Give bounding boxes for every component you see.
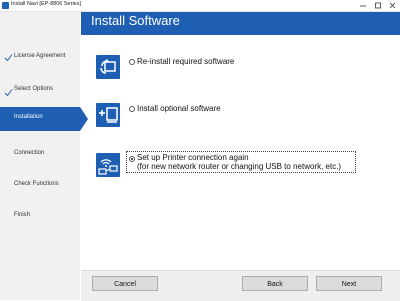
checkmark-icon <box>4 89 13 97</box>
option-reinstall-radio[interactable] <box>129 59 135 65</box>
step-label: License Agreement <box>14 53 66 59</box>
step-finish: Finish <box>0 205 80 229</box>
cancel-button[interactable]: Cancel <box>92 276 158 291</box>
reinstall-icon <box>96 55 120 79</box>
option-optional-label[interactable]: Install optional software <box>137 104 221 114</box>
back-button[interactable]: Back <box>242 276 308 291</box>
title-bar: Install Navi [EP-8806 Series] <box>0 0 400 12</box>
step-connection: Connection <box>0 143 80 167</box>
window-title: Install Navi [EP-8806 Series] <box>11 1 82 7</box>
step-label: Select Options <box>14 86 54 92</box>
step-check-functions: Check Functions <box>0 174 80 198</box>
option-setup-connection-sublabel[interactable]: (for new network router or changing USB … <box>137 162 341 172</box>
next-button[interactable]: Next <box>316 276 382 291</box>
minimize-button[interactable] <box>356 0 370 11</box>
steps-sidebar: License Agreement Select Options Install… <box>0 12 88 300</box>
page-title: Install Software <box>91 13 180 28</box>
network-connection-icon <box>96 153 120 177</box>
step-label: Connection <box>14 150 45 156</box>
app-icon <box>2 2 9 9</box>
option-setup-connection-radio[interactable] <box>129 156 135 162</box>
step-label: Check Functions <box>14 181 59 187</box>
step-select-options: Select Options <box>0 79 80 103</box>
active-step-arrow <box>80 107 88 131</box>
step-installation: Installation <box>0 107 88 131</box>
checkmark-icon <box>4 54 13 62</box>
maximize-button[interactable] <box>371 0 385 11</box>
step-label: Finish <box>14 212 31 218</box>
step-license-agreement: License Agreement <box>0 46 80 70</box>
option-reinstall-label[interactable]: Re-install required software <box>137 57 234 67</box>
add-software-icon <box>96 103 120 127</box>
option-optional-radio[interactable] <box>129 106 135 112</box>
step-label: Installation <box>14 114 43 120</box>
close-button[interactable] <box>386 0 400 11</box>
